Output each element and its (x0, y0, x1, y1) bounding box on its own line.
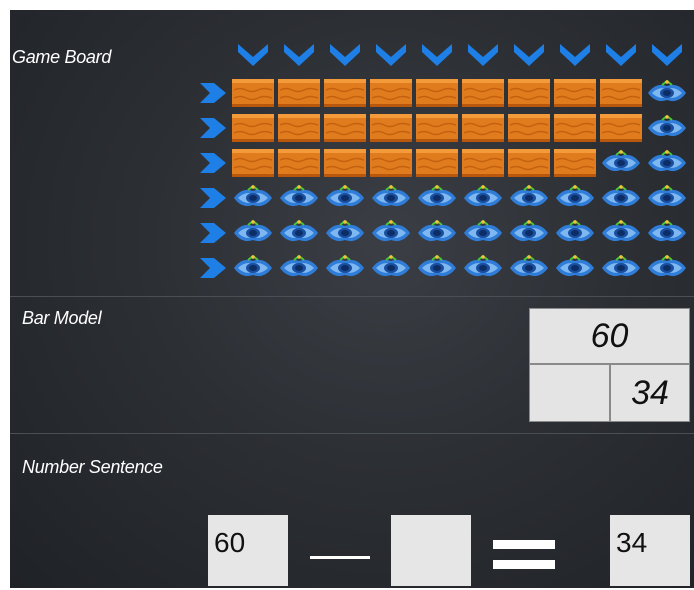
fish-icon[interactable] (508, 183, 550, 213)
bar-model-label: Bar Model (22, 308, 102, 328)
brick-icon[interactable] (462, 113, 504, 143)
fish-icon[interactable] (416, 218, 458, 248)
section-divider (10, 433, 694, 434)
result-box: 34 (610, 515, 690, 586)
fish-icon[interactable] (554, 183, 596, 213)
column-arrow-icon[interactable] (604, 42, 638, 68)
minuend-box: 60 (208, 515, 288, 586)
brick-icon[interactable] (370, 148, 412, 178)
game-app: Game Board Bar Model 60 34 Number Senten… (10, 10, 694, 588)
brick-icon[interactable] (232, 148, 274, 178)
fish-icon[interactable] (554, 218, 596, 248)
row-arrow-icon[interactable] (198, 81, 228, 105)
column-arrow-icon[interactable] (374, 42, 408, 68)
fish-icon[interactable] (278, 183, 320, 213)
brick-icon[interactable] (416, 78, 458, 108)
brick-icon[interactable] (232, 78, 274, 108)
column-arrow-icon[interactable] (236, 42, 270, 68)
row-arrow-icon[interactable] (198, 116, 228, 140)
fish-icon[interactable] (462, 183, 504, 213)
brick-icon[interactable] (508, 78, 550, 108)
brick-icon[interactable] (416, 148, 458, 178)
brick-icon[interactable] (462, 78, 504, 108)
subtrahend-input[interactable] (391, 515, 471, 586)
number-sentence-label: Number Sentence (22, 457, 163, 477)
row-arrow-icon[interactable] (198, 221, 228, 245)
fish-icon[interactable] (646, 78, 688, 108)
column-arrow-icon[interactable] (328, 42, 362, 68)
fish-icon[interactable] (600, 253, 642, 283)
brick-icon[interactable] (278, 113, 320, 143)
column-arrow-icon[interactable] (512, 42, 546, 68)
fish-icon[interactable] (370, 218, 412, 248)
fish-icon[interactable] (554, 253, 596, 283)
column-arrow-icon[interactable] (558, 42, 592, 68)
fish-icon[interactable] (232, 218, 274, 248)
column-arrow-icon[interactable] (282, 42, 316, 68)
fish-icon[interactable] (416, 253, 458, 283)
minus-sign (310, 556, 370, 559)
fish-icon[interactable] (370, 183, 412, 213)
fish-icon[interactable] (646, 113, 688, 143)
brick-icon[interactable] (508, 113, 550, 143)
section-divider (10, 296, 694, 297)
fish-icon[interactable] (232, 253, 274, 283)
fish-icon[interactable] (370, 253, 412, 283)
brick-icon[interactable] (324, 113, 366, 143)
fish-icon[interactable] (462, 253, 504, 283)
column-arrow-icon[interactable] (466, 42, 500, 68)
fish-icon[interactable] (600, 148, 642, 178)
column-arrow-icon[interactable] (650, 42, 684, 68)
bar-model-unknown-part[interactable] (529, 364, 610, 422)
fish-icon[interactable] (324, 253, 366, 283)
brick-icon[interactable] (462, 148, 504, 178)
brick-icon[interactable] (370, 78, 412, 108)
row-arrow-icon[interactable] (198, 256, 228, 280)
fish-icon[interactable] (324, 218, 366, 248)
brick-icon[interactable] (554, 148, 596, 178)
fish-icon[interactable] (600, 183, 642, 213)
game-board (10, 10, 694, 290)
fish-icon[interactable] (324, 183, 366, 213)
row-arrow-icon[interactable] (198, 186, 228, 210)
fish-icon[interactable] (646, 218, 688, 248)
fish-icon[interactable] (462, 218, 504, 248)
fish-icon[interactable] (232, 183, 274, 213)
brick-icon[interactable] (508, 148, 550, 178)
fish-icon[interactable] (646, 148, 688, 178)
fish-icon[interactable] (278, 218, 320, 248)
brick-icon[interactable] (600, 78, 642, 108)
brick-icon[interactable] (554, 78, 596, 108)
brick-icon[interactable] (232, 113, 274, 143)
brick-icon[interactable] (600, 113, 642, 143)
brick-icon[interactable] (324, 148, 366, 178)
equals-sign (493, 534, 555, 574)
fish-icon[interactable] (508, 218, 550, 248)
bar-model-known-part: 34 (610, 364, 690, 422)
brick-icon[interactable] (554, 113, 596, 143)
bar-model-total: 60 (529, 308, 690, 364)
column-arrow-icon[interactable] (420, 42, 454, 68)
fish-icon[interactable] (508, 253, 550, 283)
fish-icon[interactable] (416, 183, 458, 213)
fish-icon[interactable] (646, 253, 688, 283)
row-arrow-icon[interactable] (198, 151, 228, 175)
fish-icon[interactable] (278, 253, 320, 283)
brick-icon[interactable] (278, 78, 320, 108)
fish-icon[interactable] (600, 218, 642, 248)
fish-icon[interactable] (646, 183, 688, 213)
brick-icon[interactable] (416, 113, 458, 143)
brick-icon[interactable] (278, 148, 320, 178)
brick-icon[interactable] (324, 78, 366, 108)
brick-icon[interactable] (370, 113, 412, 143)
